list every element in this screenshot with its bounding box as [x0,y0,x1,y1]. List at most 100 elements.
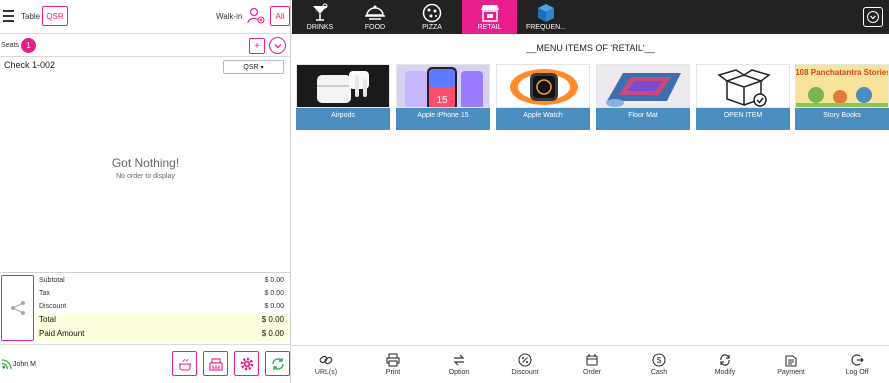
category-food[interactable]: FOOD [349,0,401,34]
caret-down-icon: ▾ [260,64,264,71]
empty-state-title: Got Nothing! [111,156,180,170]
discount-label: Discount [39,303,67,310]
seat-count-badge[interactable]: 1 [21,38,36,53]
printer-icon [386,353,400,367]
order-icon [586,354,598,366]
category-drinks[interactable]: DRINKS [294,0,346,34]
discount-row: Discount $ 0.00 [36,300,290,313]
phone-screen-number: 15 [436,95,448,106]
urls-button[interactable]: URL(s) [293,346,359,383]
apple-watch-image [496,64,590,108]
menu-item-label: Apple Watch [496,108,590,130]
story-book-image: 108 Panchatantra Stories [795,64,889,108]
user-name: John M [13,361,36,368]
menu-item-label: Airpods [296,108,390,130]
action-label: Modify [714,369,736,376]
order-footer: John M [0,344,291,383]
menu-item-floor-mat[interactable]: Floor Mat [596,64,690,130]
tax-row: Tax $ 0.00 [36,287,290,300]
airpods-image [296,64,390,108]
walkin-label: Walk-in [216,12,243,21]
cloche-icon [365,5,385,20]
chevron-down-circle-icon [867,11,879,23]
action-bar: URL(s) Print Option Discount Order $ Cas… [292,345,889,383]
action-label: Cash [650,369,668,376]
menu-item-story-books[interactable]: 108 Panchatantra Stories Story Books [795,64,889,130]
refresh-icon [720,354,730,366]
category-pizza[interactable]: PIZZA [406,0,458,34]
cocktail-icon [313,3,328,21]
action-label: Option [448,369,470,376]
sync-button[interactable] [265,351,290,376]
menu-item-apple-iphone-15[interactable]: 15 Apple iPhone 15 [396,64,490,130]
register-icon [208,357,223,371]
total-value: $ 0.00 [261,315,284,324]
discount-button[interactable]: Discount [492,346,558,383]
menu-items-title: __MENU ITEMS OF 'RETAIL'__ [526,43,655,53]
add-seat-button[interactable]: + [249,38,265,54]
print-button[interactable]: Print [360,346,426,383]
menu-icon[interactable] [3,10,14,22]
menu-item-label: Story Books [795,108,889,130]
category-label: DRINKS [306,24,334,31]
seats-label: Seats [1,42,19,49]
floor-mat-image [596,64,690,108]
wifi-user-icon [1,359,12,370]
table-label: Table [21,12,41,21]
empty-state-subtitle: No order to display [116,173,175,180]
order-button[interactable]: Order [559,346,625,383]
payment-button[interactable]: Payment [758,346,824,383]
share-icon [10,301,25,315]
add-customer-icon[interactable] [246,6,266,26]
action-label: Print [385,369,401,376]
cash-button[interactable]: $ Cash [626,346,692,383]
tax-value: $ 0.00 [264,290,284,297]
action-label: Log Off [845,369,869,376]
cash-drawer-button[interactable] [203,351,228,376]
tax-label: Tax [39,290,50,297]
payment-icon [785,355,797,367]
all-button[interactable]: All [270,6,290,26]
cube-icon [538,4,554,22]
category-frequent[interactable]: FREQUEN... [520,0,572,34]
total-row: Total $ 0.00 [36,313,290,327]
cooking-pot-icon [178,358,191,371]
paid-amount-label: Paid Amount [39,329,85,338]
category-label: FREQUEN... [525,24,567,31]
subtotal-row: Subtotal $ 0.00 [36,274,290,287]
action-label: Order [583,369,601,376]
menu-item-airpods[interactable]: Airpods [296,64,390,130]
category-label: FOOD [364,24,386,31]
percent-icon [518,353,532,367]
split-check-button[interactable] [1,275,34,341]
action-label: Payment [777,369,805,376]
order-type-value: QSR [243,63,259,71]
pizza-icon [422,3,442,23]
modify-button[interactable]: Modify [692,346,758,383]
discount-value: $ 0.00 [264,303,284,310]
paid-amount-value: $ 0.00 [261,329,284,338]
category-label: PIZZA [422,24,442,31]
settings-button[interactable] [234,351,259,376]
log-off-button[interactable]: Log Off [824,346,889,383]
option-button[interactable]: Option [426,346,492,383]
kitchen-button[interactable] [172,351,197,376]
collapse-toggle-button[interactable] [863,7,883,27]
order-header: Table QSR Walk-in All [0,0,291,34]
totals-section: Subtotal $ 0.00 Tax $ 0.00 Discount $ 0.… [0,272,291,341]
order-panel: Table QSR Walk-in All Seats 1 + Check 1-… [0,0,291,383]
svg-text:$: $ [657,356,662,365]
order-type-dropdown[interactable]: QSR ▾ [223,60,284,74]
category-retail[interactable]: RETAIL [462,0,517,34]
logoff-icon [851,354,864,366]
menu-item-open-item[interactable]: OPEN ITEM [696,64,790,130]
subtotal-value: $ 0.00 [264,277,284,284]
cash-icon: $ [652,353,666,367]
link-icon [319,355,333,365]
menu-item-apple-watch[interactable]: Apple Watch [496,64,590,130]
table-mode-button[interactable]: QSR [42,6,68,26]
swap-icon [453,354,465,366]
action-label: URL(s) [314,369,338,376]
paid-amount-row: Paid Amount $ 0.00 [36,327,290,341]
chevron-down-icon[interactable] [269,37,286,54]
